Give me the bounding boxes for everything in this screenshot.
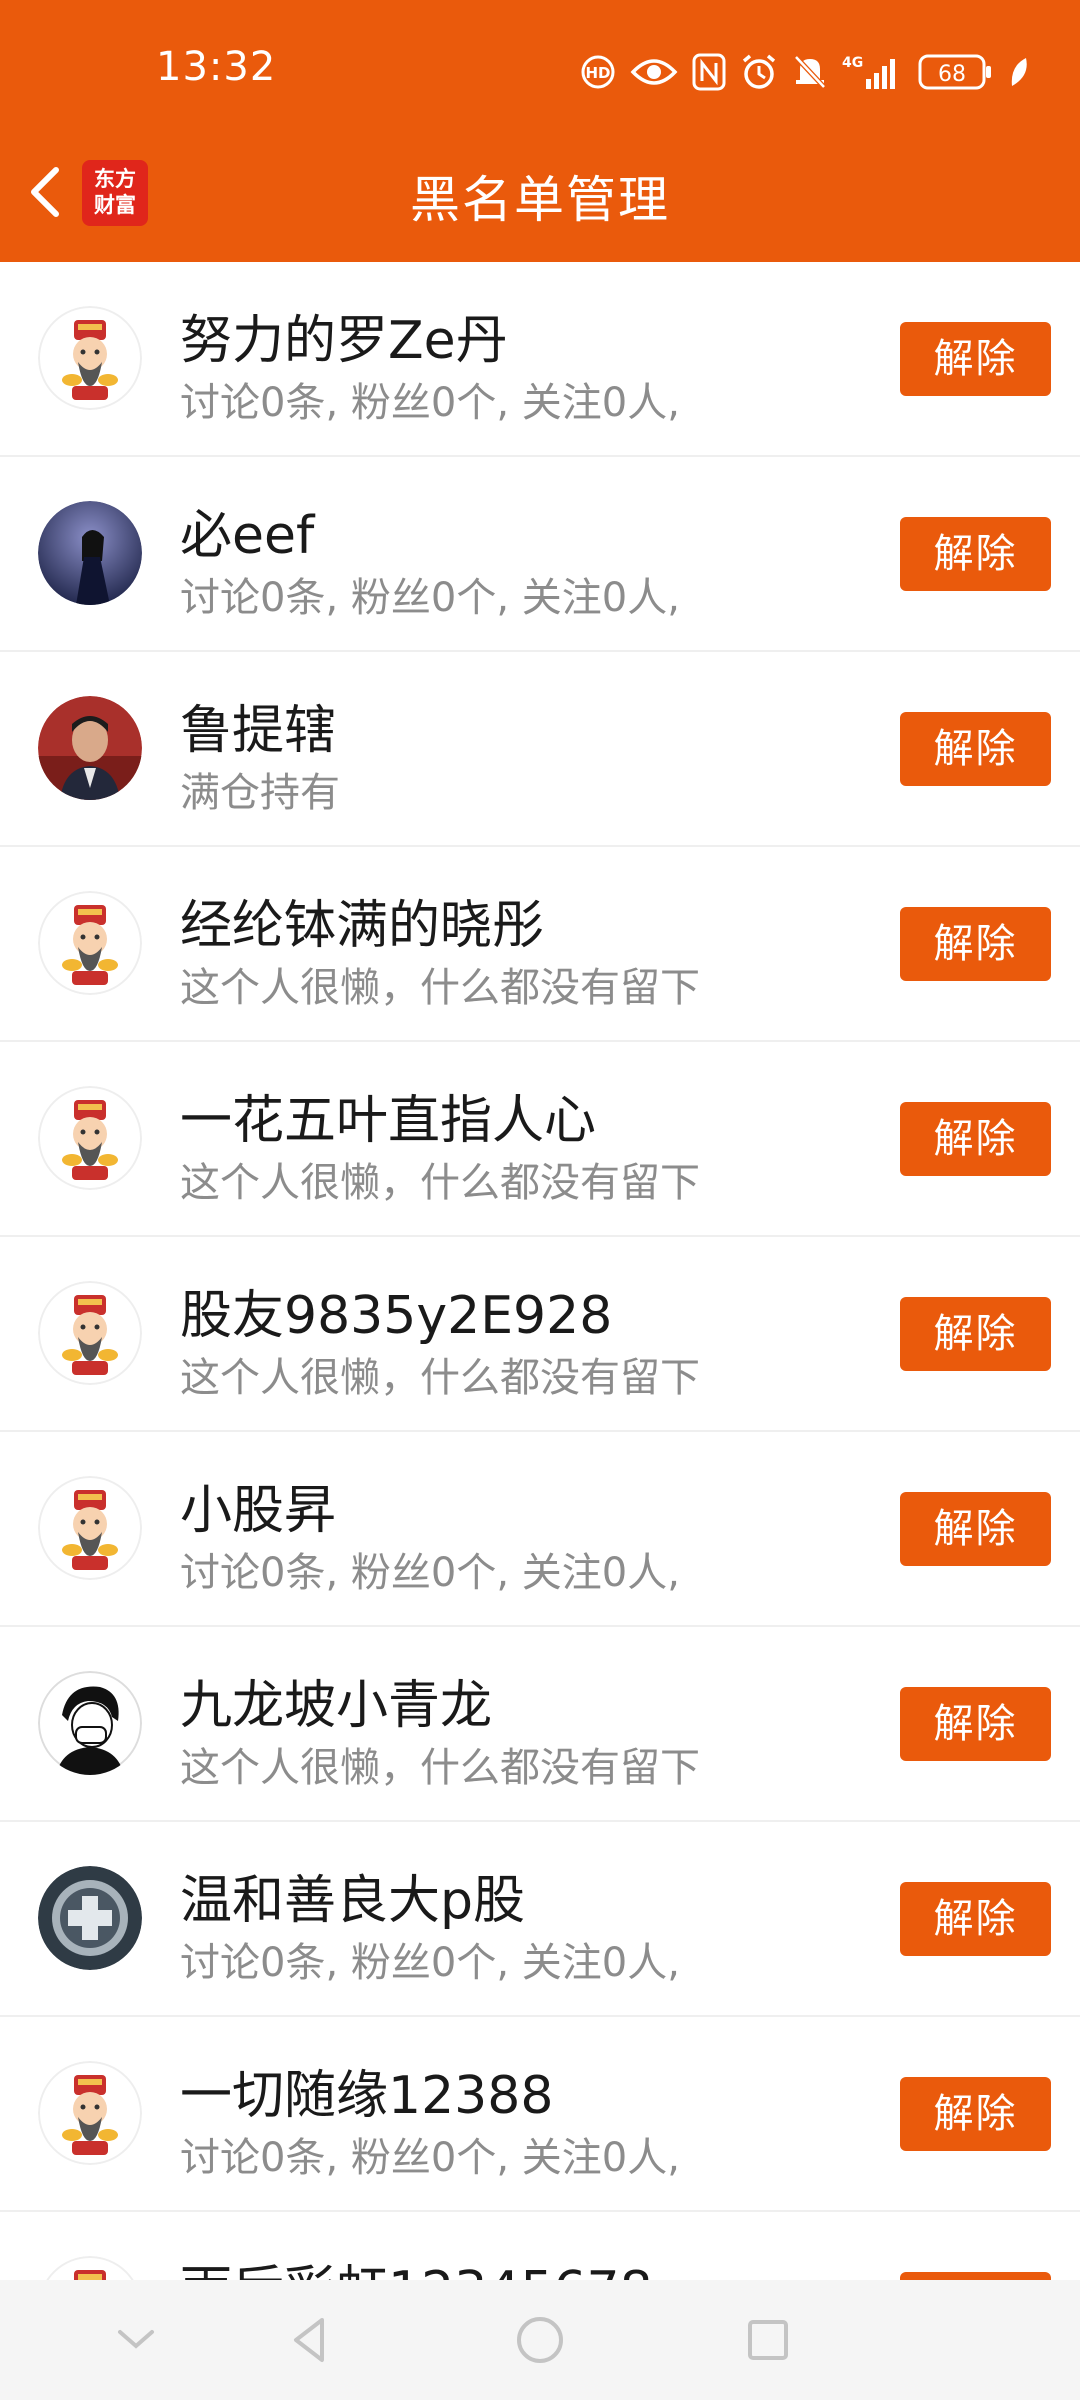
user-description: 讨论0条, 粉丝0个, 关注0人, [180, 2135, 680, 2181]
user-name: 温和善良大p股 [180, 1871, 526, 1931]
blacklist-row[interactable]: 股友9835y2E928 这个人很懒，什么都没有留下 解除 [0, 1237, 1080, 1432]
user-description: 讨论0条, 粉丝0个, 关注0人, [180, 1550, 680, 1596]
page-title: 黑名单管理 [410, 171, 670, 229]
avatar[interactable] [38, 891, 142, 995]
remove-button[interactable]: 解除 [900, 1687, 1051, 1761]
alarm-icon [740, 53, 778, 91]
user-name: 一切随缘12388 [180, 2066, 554, 2126]
blacklist-row[interactable]: 鲁提辖满仓持有 解除 [0, 652, 1080, 847]
status-time: 13:32 [156, 44, 277, 90]
remove-button[interactable]: 解除 [900, 517, 1051, 591]
nav-down-icon[interactable] [106, 2310, 166, 2370]
remove-button[interactable]: 解除 [900, 322, 1051, 396]
blacklist-list: 努力的罗Ze丹 讨论0条, 粉丝0个, 关注0人, 解除 必eef 讨论0条, 粉丝0个… [0, 262, 1080, 2280]
user-description: 满仓持有 [180, 770, 340, 816]
status-icons: HD 4G 68 [580, 50, 1030, 94]
blacklist-row[interactable]: 努力的罗Ze丹讨论0条, 粉丝0个, 关注0人, 解除 [0, 262, 1080, 457]
user-name: 股友9835y2E928 [180, 1286, 613, 1346]
avatar[interactable] [38, 1476, 142, 1580]
user-description: 讨论0条, 粉丝0个, 关注0人, [180, 575, 680, 621]
remove-button[interactable]: 解除 [900, 1882, 1051, 1956]
svg-text:68: 68 [938, 62, 966, 87]
user-name: 小股昇 [180, 1481, 337, 1541]
user-name: 经纶钵满的晓彤 [180, 896, 545, 956]
nfc-icon [692, 53, 726, 91]
user-name: 九龙坡小青龙 [180, 1676, 493, 1736]
blacklist-row[interactable]: 雨后彩虹12345678 解除 [0, 2212, 1080, 2280]
blacklist-row[interactable]: 九龙坡小青龙这个人很懒，什么都没有留下 解除 [0, 1627, 1080, 1822]
blacklist-row[interactable]: 小股昇讨论0条, 粉丝0个, 关注0人, 解除 [0, 1432, 1080, 1627]
avatar[interactable] [38, 2256, 142, 2280]
svg-text:HD: HD [585, 64, 610, 82]
user-name: 必eef [180, 506, 315, 566]
battery-icon: 68 [918, 53, 994, 91]
signal-icon: 4G [842, 53, 904, 91]
remove-button[interactable]: 解除 [900, 907, 1051, 981]
avatar[interactable] [38, 501, 142, 605]
nav-back-icon[interactable] [280, 2310, 340, 2370]
app-header: 13:32 HD 4G 68 东方 财富 黑名单管理 [0, 0, 1080, 262]
blacklist-row[interactable]: 经纶钵满的晓彤这个人很懒，什么都没有留下 解除 [0, 847, 1080, 1042]
user-description: 这个人很懒，什么都没有留下 [180, 1160, 700, 1206]
avatar[interactable] [38, 1671, 142, 1775]
user-name: 鲁提辖 [180, 701, 337, 761]
leaf-icon [1008, 54, 1030, 90]
avatar[interactable] [38, 1086, 142, 1190]
eye-icon [630, 56, 678, 88]
avatar[interactable] [38, 1281, 142, 1385]
remove-button[interactable]: 解除 [900, 1492, 1051, 1566]
nav-recents-icon[interactable] [738, 2310, 798, 2370]
remove-button[interactable]: 解除 [900, 2272, 1051, 2280]
user-name: 一花五叶直指人心 [180, 1091, 597, 1151]
blacklist-row[interactable]: 必eef 讨论0条, 粉丝0个, 关注0人, 解除 [0, 457, 1080, 652]
blacklist-row[interactable]: 一花五叶直指人心这个人很懒，什么都没有留下 解除 [0, 1042, 1080, 1237]
avatar[interactable] [38, 696, 142, 800]
user-description: 这个人很懒，什么都没有留下 [180, 1355, 700, 1401]
user-name: 雨后彩虹12345678 [180, 2248, 653, 2280]
remove-button[interactable]: 解除 [900, 712, 1051, 786]
blacklist-row[interactable]: 一切随缘12388 讨论0条, 粉丝0个, 关注0人, 解除 [0, 2017, 1080, 2212]
user-description: 这个人很懒，什么都没有留下 [180, 1745, 700, 1791]
avatar[interactable] [38, 2061, 142, 2165]
remove-button[interactable]: 解除 [900, 1297, 1051, 1371]
remove-button[interactable]: 解除 [900, 1102, 1051, 1176]
remove-button[interactable]: 解除 [900, 2077, 1051, 2151]
avatar[interactable] [38, 1866, 142, 1970]
user-description: 讨论0条, 粉丝0个, 关注0人, [180, 1940, 680, 1986]
network-label: 4G [842, 55, 863, 71]
system-nav-bar [0, 2280, 1080, 2400]
blacklist-row[interactable]: 温和善良大p股讨论0条, 粉丝0个, 关注0人, 解除 [0, 1822, 1080, 2017]
avatar[interactable] [38, 306, 142, 410]
user-description: 这个人很懒，什么都没有留下 [180, 965, 700, 1011]
user-description: 讨论0条, 粉丝0个, 关注0人, [180, 380, 680, 426]
mute-icon [792, 53, 828, 91]
hd-call-icon: HD [580, 54, 616, 90]
user-name: 努力的罗Ze丹 [180, 311, 508, 371]
nav-home-icon[interactable] [510, 2310, 570, 2370]
